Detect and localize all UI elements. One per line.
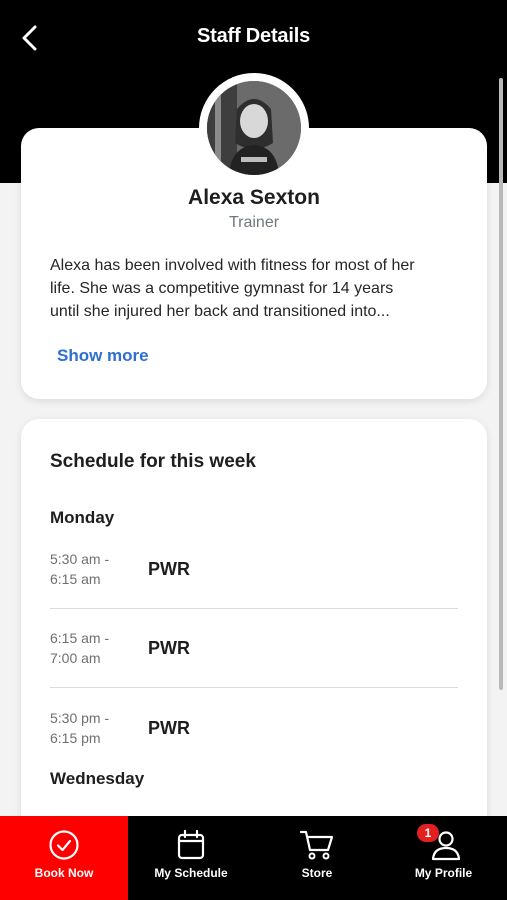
check-circle-icon <box>49 830 79 860</box>
schedule-card: Schedule for this week Monday 5:30 am - … <box>21 419 487 839</box>
avatar <box>199 73 309 183</box>
tab-label: Store <box>301 866 333 880</box>
divider <box>50 608 458 609</box>
slot-end: 6:15 am <box>50 571 101 587</box>
staff-photo <box>207 81 301 175</box>
staff-bio: Alexa has been involved with fitness for… <box>50 254 460 323</box>
slot-time: 5:30 am - 6:15 am <box>50 549 130 589</box>
slot-start: 6:15 am - <box>50 630 110 646</box>
cart-icon <box>299 830 334 860</box>
tab-my-schedule[interactable]: My Schedule <box>128 816 254 900</box>
calendar-icon <box>177 829 205 860</box>
schedule-slot[interactable]: 6:15 am - 7:00 am PWR <box>50 628 458 688</box>
slot-class: PWR <box>148 559 190 579</box>
slot-end: 6:15 pm <box>50 730 101 746</box>
tab-label: My Profile <box>414 866 473 880</box>
slot-start: 5:30 am - <box>50 551 110 567</box>
day-heading: Wednesday <box>50 769 145 788</box>
slot-class: PWR <box>148 638 190 658</box>
scrollbar[interactable] <box>499 78 503 690</box>
slot-time: 6:15 am - 7:00 am <box>50 628 130 668</box>
schedule-title: Schedule for this week <box>50 451 256 472</box>
notification-badge: 1 <box>417 824 439 842</box>
tab-my-profile[interactable]: 1 My Profile <box>380 816 507 900</box>
page-title: Staff Details <box>197 25 310 47</box>
staff-role: Trainer <box>228 214 280 231</box>
tab-label: My Schedule <box>154 866 228 880</box>
divider <box>50 687 458 688</box>
bio-line: until she injured her back and transitio… <box>50 303 390 320</box>
slot-end: 7:00 am <box>50 650 101 666</box>
schedule-slot[interactable]: 5:30 am - 6:15 am PWR <box>50 549 458 609</box>
tab-label: Book Now <box>34 866 94 880</box>
bio-line: life. She was a competitive gymnast for … <box>50 280 394 297</box>
slot-class: PWR <box>148 718 190 738</box>
slot-time: 5:30 pm - 6:15 pm <box>50 708 130 748</box>
slot-start: 5:30 pm - <box>50 710 110 726</box>
bio-line: Alexa has been involved with fitness for… <box>50 257 415 274</box>
day-heading: Monday <box>50 508 115 527</box>
bottom-tab-bar: Book Now My Schedule Store 1 My Profile <box>0 816 507 900</box>
schedule-slot[interactable]: 5:30 pm - 6:15 pm PWR <box>50 708 458 768</box>
show-more-link[interactable]: Show more <box>57 346 149 366</box>
staff-name: Alexa Sexton <box>188 186 320 209</box>
tab-store[interactable]: Store <box>254 816 380 900</box>
tab-book-now[interactable]: Book Now <box>0 816 128 900</box>
